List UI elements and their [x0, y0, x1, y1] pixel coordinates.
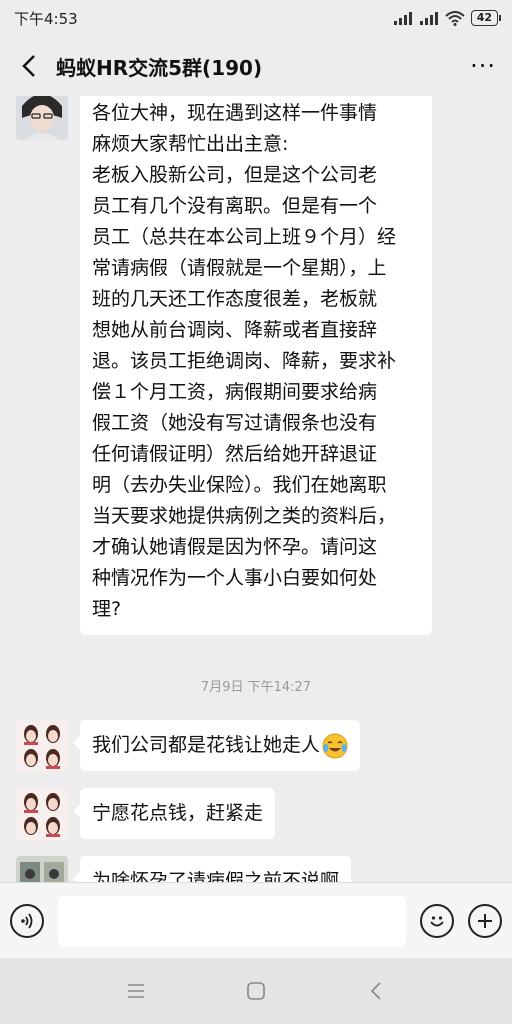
message-text-line: 理? — [92, 598, 122, 620]
message-text-line: 明（去办失业保险）。我们在她离职 — [92, 474, 387, 496]
plus-button[interactable] — [468, 903, 502, 938]
status-icons: 42 — [393, 10, 502, 26]
input-actions — [420, 903, 502, 938]
message-text-line: 假工资（她没有写过请假条也没有 — [92, 412, 378, 434]
message-text-line: 才确认她请假是因为怀孕。请问这 — [92, 536, 378, 558]
message-bubble[interactable]: 我们公司都是花钱让她走人 — [72, 720, 361, 771]
signal-icon — [393, 12, 412, 25]
message-text-line: 员工有几个没有离职。但是有一个 — [92, 195, 378, 217]
message-text-line: 老板入股新公司，但是这个公司老 — [92, 164, 378, 186]
message-text-line: 任何请假证明）然后给她开辞退证 — [92, 443, 378, 465]
battery-icon: 42 — [470, 10, 502, 26]
home-button[interactable] — [241, 976, 271, 1006]
status-time: 下午4:53 — [14, 9, 78, 28]
chat-messages[interactable]: 各位大神，现在遇到这样一件事情 麻烦大家帮忙出出主意: 老板入股新公司，但是这个… — [0, 96, 512, 882]
menu-icon — [128, 984, 144, 998]
avatar[interactable] — [16, 720, 68, 772]
message-bubble[interactable]: 宁愿花点钱，赶紧走 — [72, 788, 276, 839]
status-bar: 下午4:53 42 — [0, 0, 512, 36]
message-bubble[interactable]: 为啥怀孕了请病假之前不说啊 — [72, 856, 352, 882]
home-icon — [247, 982, 265, 1000]
chevron-left-icon — [22, 55, 35, 77]
message-text: 宁愿花点钱，赶紧走 — [92, 802, 264, 824]
emoji-icon — [430, 915, 444, 926]
signal-icon — [419, 12, 438, 25]
message-text: 为啥怀孕了请病假之前不说啊 — [92, 870, 340, 882]
voice-button[interactable] — [10, 903, 44, 938]
avatar[interactable] — [16, 788, 68, 840]
back-icon — [370, 982, 381, 1000]
message-text-line: 常请病假（请假就是一个星期），上 — [92, 257, 387, 279]
message-text-line: 当天要求她提供病例之类的资料后， — [92, 505, 397, 527]
message-text-line: 班的几天还工作态度很差，老板就 — [92, 288, 378, 310]
back-button[interactable] — [16, 51, 42, 81]
message-item: 各位大神，现在遇到这样一件事情 麻烦大家帮忙出出主意: 老板入股新公司，但是这个… — [16, 96, 432, 635]
message-text-line: 退。该员工拒绝调岗、降薪，要求补 — [92, 350, 397, 372]
plus-icon — [478, 913, 492, 928]
voice-icon — [21, 912, 33, 929]
message-text-line: 偿１个月工资，病假期间要求给病 — [92, 381, 378, 403]
message-text: 我们公司都是花钱让她走人 — [92, 734, 321, 756]
message-text-line: 员工（总共在本公司上班９个月）经 — [92, 226, 397, 248]
input-bar — [0, 882, 512, 958]
timestamp: 7月9日 下午14:27 — [200, 680, 312, 695]
message-item: 我们公司都是花钱让她走人 — [16, 720, 361, 772]
emoji-button[interactable] — [420, 903, 454, 938]
back-nav-button[interactable] — [361, 976, 391, 1006]
message-text-line: 种情况作为一个人事小白要如何处 — [92, 567, 378, 589]
message-input[interactable] — [58, 895, 406, 946]
more-dots-icon[interactable]: ··· — [470, 54, 496, 78]
message-bubble[interactable]: 各位大神，现在遇到这样一件事情 麻烦大家帮忙出出主意: 老板入股新公司，但是这个… — [80, 96, 432, 635]
message-text-line: 各位大神，现在遇到这样一件事情 — [92, 102, 378, 124]
wifi-icon — [445, 10, 465, 26]
chat-title: 蚂蚁HR交流5群(190) — [56, 55, 263, 80]
avatar[interactable] — [16, 856, 68, 882]
menu-button[interactable] — [121, 976, 151, 1006]
crying-laughing-emoji-icon — [322, 733, 348, 758]
message-item: 为啥怀孕了请病假之前不说啊 — [16, 856, 352, 882]
system-nav-bar — [0, 958, 512, 1024]
message-text-line: 想她从前台调岗、降薪或者直接辞 — [92, 319, 378, 341]
message-item: 宁愿花点钱，赶紧走 — [16, 788, 276, 840]
message-text-line: 麻烦大家帮忙出出主意: — [92, 133, 289, 155]
avatar[interactable] — [16, 96, 68, 140]
chat-header: 蚂蚁HR交流5群(190) ··· — [0, 36, 512, 96]
